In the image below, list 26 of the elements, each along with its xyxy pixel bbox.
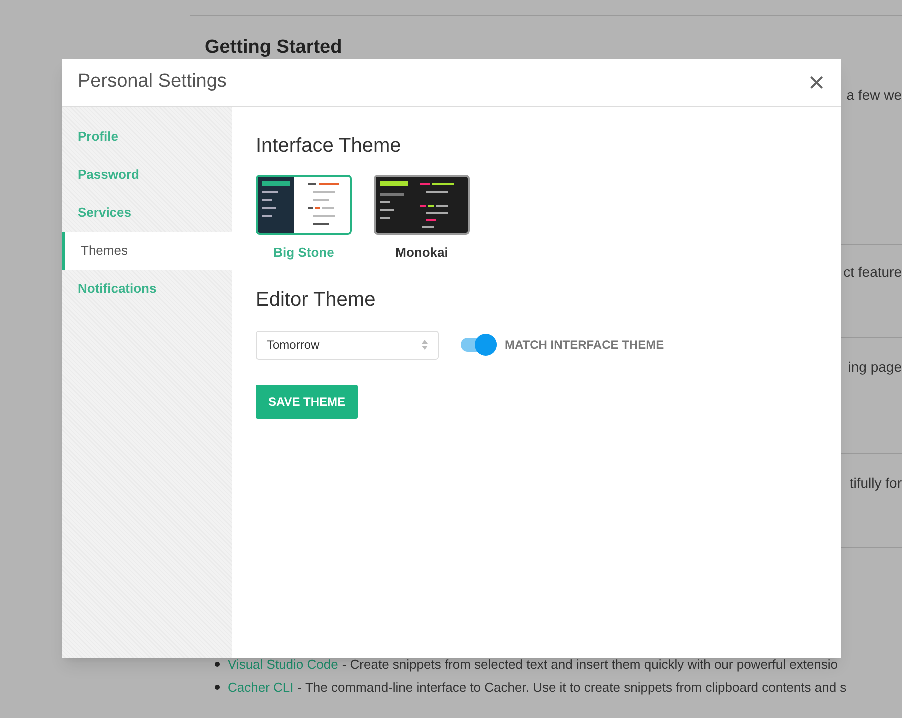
sidebar-item[interactable]: Profile <box>62 118 232 156</box>
sidebar-item[interactable]: Password <box>62 156 232 194</box>
close-button[interactable]: × <box>808 68 825 96</box>
section-heading: Editor Theme <box>256 288 377 312</box>
extension-link[interactable]: Visual Studio Code <box>228 654 338 674</box>
editor-theme-select[interactable]: Tomorrow <box>256 330 439 360</box>
paragraph-text: ing page <box>848 358 902 374</box>
section-heading: Interface Theme <box>256 134 402 159</box>
section-heading: Getting Started <box>204 36 344 60</box>
description-text: - Create snippets from selected text and insert them quickly with our powerful extensio <box>342 656 838 674</box>
theme-label: Monokai <box>396 244 448 262</box>
save-theme-button[interactable]: SAVE THEME <box>256 384 358 418</box>
sidebar-item[interactable]: Themes <box>62 232 232 270</box>
extension-link[interactable]: Cacher CLI <box>228 678 294 698</box>
dialog-title: Personal Settings <box>78 70 227 94</box>
sidebar-item[interactable]: Notifications <box>62 270 232 308</box>
paragraph-text: tifully for <box>850 474 902 490</box>
description-text: - The command-line interface to Cacher. Use it to create snippets from clipboard contents and s <box>298 679 847 697</box>
theme-label: Big Stone <box>274 244 334 262</box>
sort-arrows-icon <box>422 340 428 350</box>
paragraph-text: ct feature <box>844 262 902 280</box>
paragraph-text: a few we <box>846 86 902 102</box>
toggle-label: MATCH INTERFACE THEME <box>505 337 664 354</box>
bullet-icon <box>215 685 220 690</box>
sidebar-item[interactable]: Services <box>62 194 232 232</box>
bullet-icon <box>215 662 220 667</box>
